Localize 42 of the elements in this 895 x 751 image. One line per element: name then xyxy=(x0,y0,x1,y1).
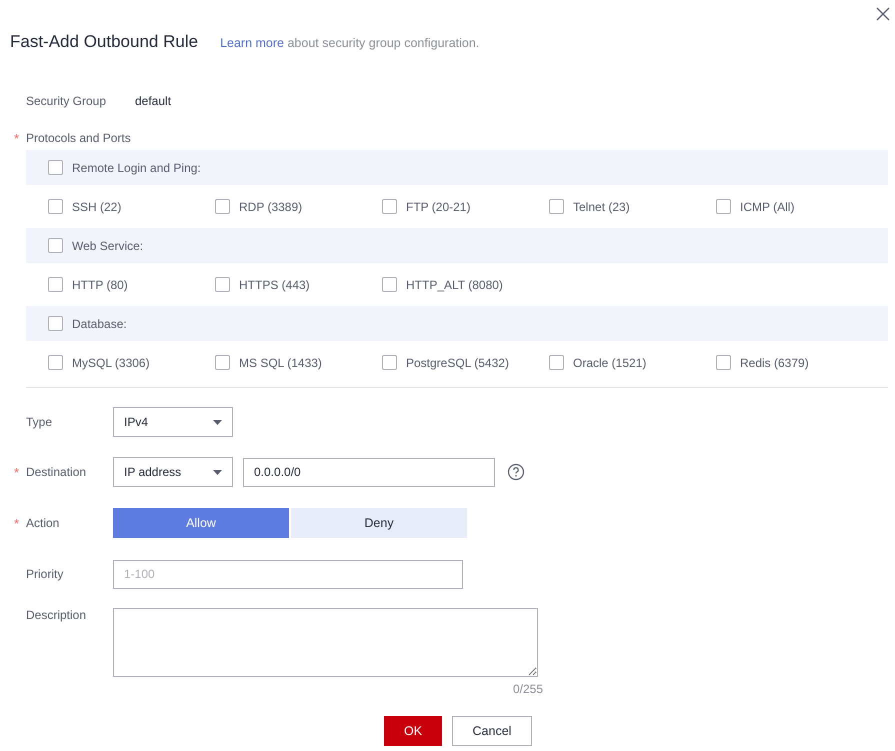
field-label: Security Group xyxy=(25,94,108,108)
destination-input[interactable]: 0.0.0.0/0 xyxy=(243,458,495,486)
action-option[interactable]: Deny xyxy=(291,508,467,538)
field-label: * Action xyxy=(14,516,60,530)
field-label: * Protocols and Ports xyxy=(14,130,131,146)
checkbox[interactable]: Database: xyxy=(48,316,127,331)
cancel-button[interactable]: Cancel xyxy=(452,716,532,746)
required-mark: * xyxy=(14,464,20,480)
checkbox[interactable]: MS SQL (1433) xyxy=(215,355,382,370)
checkbox[interactable]: Redis (6379) xyxy=(716,355,883,370)
caret-icon xyxy=(213,420,222,424)
checkbox[interactable]: MySQL (3306) xyxy=(48,355,215,370)
checkbox[interactable]: PostgreSQL (5432) xyxy=(382,355,549,370)
required-mark: * xyxy=(14,130,20,146)
character-counter: 0/255 xyxy=(513,682,544,696)
field-label: * Destination xyxy=(14,464,88,480)
learn-more-link[interactable]: Learn more xyxy=(220,36,284,50)
ok-button[interactable]: OK xyxy=(384,716,442,746)
checkbox[interactable]: Remote Login and Ping: xyxy=(48,160,201,175)
checkbox[interactable]: HTTP (80) xyxy=(48,277,215,292)
field-value: default xyxy=(135,94,172,108)
action-option[interactable]: Allow xyxy=(113,508,289,538)
field-label: Type xyxy=(25,415,54,429)
help-icon[interactable] xyxy=(507,463,525,481)
checkbox[interactable]: HTTPS (443) xyxy=(215,277,382,292)
checkbox[interactable]: Web Service: xyxy=(48,238,144,253)
checkbox[interactable]: RDP (3389) xyxy=(215,199,382,214)
field-label: Description xyxy=(25,608,88,622)
checkbox[interactable]: ICMP (All) xyxy=(716,199,883,214)
checkbox[interactable]: SSH (22) xyxy=(48,199,215,214)
priority-input[interactable]: 1-100 xyxy=(113,560,463,588)
dialog-title: Fast-Add Outbound Rule xyxy=(10,32,198,52)
destination-select[interactable]: IP address xyxy=(113,457,233,487)
type-select[interactable]: IPv4 xyxy=(113,407,233,437)
checkbox[interactable]: Oracle (1521) xyxy=(549,355,716,370)
checkbox[interactable]: Telnet (23) xyxy=(549,199,716,214)
caret-icon xyxy=(213,470,222,474)
field-label: Priority xyxy=(25,567,64,581)
help-text: Learn more about security group configuration. xyxy=(220,36,480,50)
checkbox[interactable]: FTP (20-21) xyxy=(382,199,549,214)
checkbox[interactable]: HTTP_ALT (8080) xyxy=(382,277,549,292)
required-mark: * xyxy=(14,516,20,530)
